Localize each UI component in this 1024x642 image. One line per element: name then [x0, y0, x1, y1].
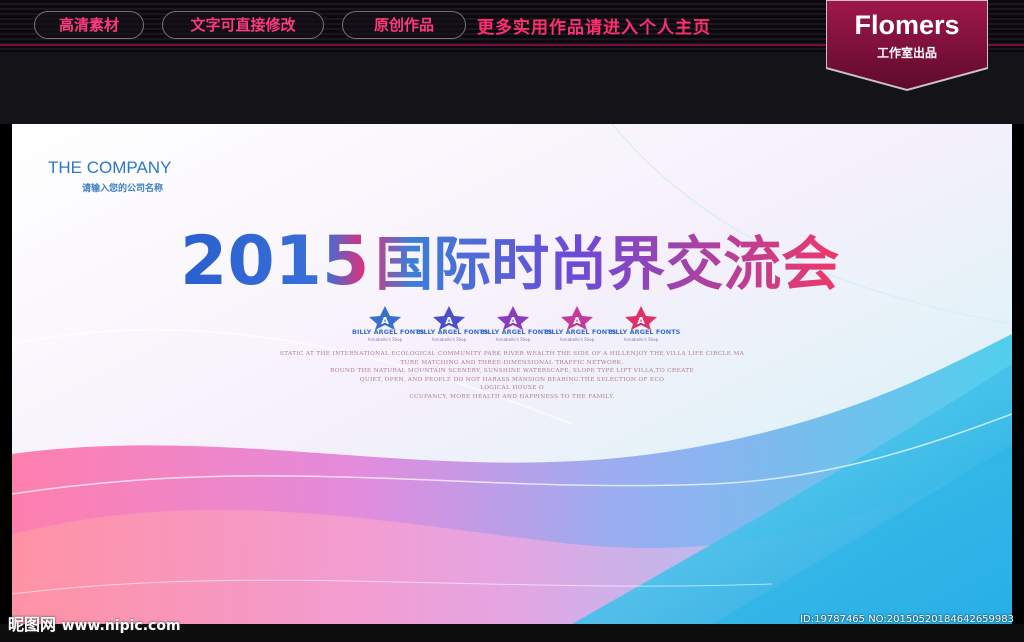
- star-letter: A: [637, 316, 645, 327]
- nipic-watermark: 昵图网 www.nipic.com: [8, 611, 181, 635]
- star-icon: A: [561, 306, 593, 330]
- nipic-site-name: 昵图网: [8, 615, 57, 634]
- star-letter: A: [381, 316, 389, 327]
- company-tagline: 请输入您的公司名称: [82, 184, 164, 194]
- body-copy: STATIC AT THE INTERNATIONAL ECOLOGICAL C…: [212, 350, 812, 402]
- star-brand-text: BILLY ARGEL FONTS: [480, 328, 553, 336]
- star-script-text: Annabelle's Shop: [367, 337, 403, 342]
- star-brand-text: BILLY ARGEL FONTS: [352, 328, 425, 336]
- homepage-promo-link[interactable]: 更多实用作品请进入个人主页: [477, 13, 711, 38]
- flomers-badge: Flomers 工作室出品: [826, 0, 988, 92]
- star-letter: A: [445, 316, 453, 327]
- star-script-text: Annabelle's Shop: [495, 337, 531, 342]
- star-icon: A: [369, 306, 401, 330]
- star-brand-text: BILLY ARGEL FONTS: [608, 328, 681, 336]
- star-script-text: Annabelle's Shop: [431, 337, 467, 342]
- star-script-text: Annabelle's Shop: [559, 337, 595, 342]
- star-script-text: Annabelle's Shop: [623, 337, 659, 342]
- body-copy-line: ROUND THE NATURAL MOUNTAIN SCENERY, SUNS…: [330, 368, 694, 375]
- star-logo: A BILLY ARGEL FONTS Annabelle's Shop: [608, 304, 681, 344]
- svg-text:2015国际时尚界交流会: 2015 国际时尚界交流会: [180, 222, 839, 301]
- star-logo: A BILLY ARGEL FONTS Annabelle's Shop: [352, 304, 425, 344]
- headline-year: 2015: [180, 222, 369, 301]
- nipic-site-url: www.nipic.com: [61, 618, 181, 634]
- badge-subtitle: 工作室出品: [876, 46, 937, 60]
- badge-title: Flomers: [854, 10, 960, 40]
- editable-text-button[interactable]: 文字可直接修改: [162, 11, 324, 39]
- body-copy-line: TURE MATCHING AND THREE-DIMENSIONAL TRAF…: [400, 359, 624, 366]
- star-logo: A BILLY ARGEL FONTS Annabelle's Shop: [480, 304, 553, 344]
- star-logo-row: A BILLY ARGEL FONTS Annabelle's Shop A BILLY…: [352, 304, 681, 344]
- hd-material-button[interactable]: 高清素材: [34, 11, 144, 39]
- company-name: THE COMPANY: [48, 158, 172, 177]
- poster-banner: THE COMPANY 请输入您的公司名称 2015 国际时尚界交流会 A BILL…: [12, 124, 1012, 624]
- star-icon: A: [625, 306, 657, 330]
- star-icon: A: [433, 306, 465, 330]
- star-logo: A BILLY ARGEL FONTS Annabelle's Shop: [416, 304, 489, 344]
- body-copy-line: CCUPANCY, MORE HEALTH AND HAPPINESS TO T…: [409, 393, 615, 400]
- star-letter: A: [573, 316, 581, 327]
- body-copy-line: STATIC AT THE INTERNATIONAL ECOLOGICAL C…: [279, 351, 745, 357]
- body-copy-line: QUIET, OPEN, AND PEOPLE DO NOT HARASS MA…: [359, 376, 665, 383]
- star-icon: A: [497, 306, 529, 330]
- star-brand-text: BILLY ARGEL FONTS: [544, 328, 617, 336]
- star-logo: A BILLY ARGEL FONTS Annabelle's Shop: [544, 304, 617, 344]
- headline-text: 国际时尚界交流会: [375, 230, 839, 298]
- star-brand-text: BILLY ARGEL FONTS: [416, 328, 489, 336]
- body-copy-line: LOGICAL HOUSE O: [480, 385, 544, 392]
- star-letter: A: [509, 316, 517, 327]
- original-work-button[interactable]: 原创作品: [342, 11, 466, 39]
- image-id-text: ID:19787465 NO:20150520184642659983: [800, 614, 1014, 625]
- event-headline: 2015 国际时尚界交流会: [180, 222, 839, 301]
